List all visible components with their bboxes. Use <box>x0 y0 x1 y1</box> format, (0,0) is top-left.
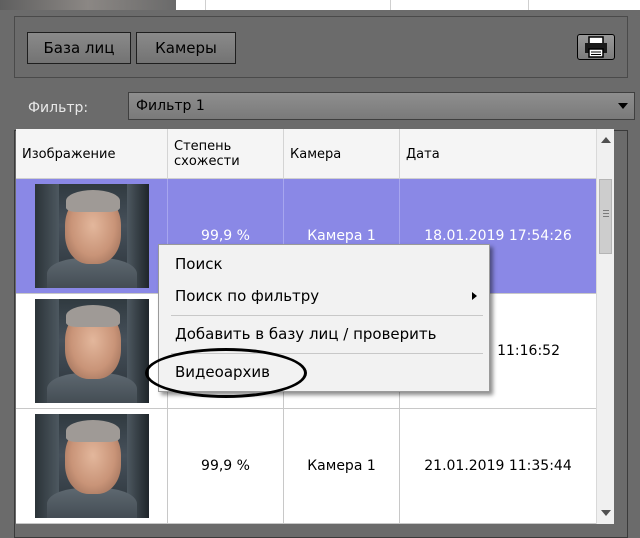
table-header: Изображение Степень схожести Камера Дата <box>16 129 596 179</box>
print-button[interactable] <box>577 34 615 60</box>
filter-dropdown[interactable]: Фильтр 1 <box>128 92 635 120</box>
menu-item-search-by-filter[interactable]: Поиск по фильтру <box>175 285 477 307</box>
chevron-down-icon <box>618 103 628 109</box>
previous-table-strip <box>0 0 640 10</box>
filter-label: Фильтр: <box>28 100 89 116</box>
face-thumbnail <box>34 414 149 518</box>
table-row[interactable]: 99,9 % Камера 1 21.01.2019 11:35:44 <box>16 409 596 524</box>
partial-thumbnail <box>0 0 176 10</box>
face-thumbnail <box>34 184 149 288</box>
cameras-button[interactable]: Камеры <box>136 32 236 64</box>
highlight-circle <box>145 348 307 398</box>
similarity-cell: 99,9 % <box>168 409 284 523</box>
scroll-down-icon[interactable] <box>601 510 611 516</box>
scroll-up-icon[interactable] <box>601 137 611 143</box>
chevron-right-icon <box>472 292 477 300</box>
face-database-button[interactable]: База лиц <box>27 32 131 64</box>
column-header-camera[interactable]: Камера <box>284 129 400 179</box>
menu-item-search[interactable]: Поиск <box>175 253 223 275</box>
menu-item-label: Поиск по фильтру <box>175 287 320 305</box>
face-thumbnail-cell <box>16 179 168 293</box>
column-divider <box>528 0 529 10</box>
scrollbar-thumb[interactable] <box>599 179 612 254</box>
camera-cell: Камера 1 <box>284 409 400 523</box>
column-header-image[interactable]: Изображение <box>16 129 168 179</box>
menu-item-add-to-face-database[interactable]: Добавить в базу лиц / проверить <box>175 323 437 345</box>
column-header-date[interactable]: Дата <box>400 129 596 179</box>
date-cell: 21.01.2019 11:35:44 <box>424 458 572 474</box>
column-header-similarity[interactable]: Степень схожести <box>168 129 284 179</box>
column-divider <box>390 0 391 10</box>
toolbar: База лиц Камеры <box>14 16 628 78</box>
printer-icon <box>585 36 607 58</box>
vertical-scrollbar[interactable] <box>596 129 614 524</box>
face-thumbnail <box>34 299 149 403</box>
menu-separator <box>171 315 483 316</box>
face-thumbnail-cell <box>16 409 168 523</box>
filter-value: Фильтр 1 <box>136 98 205 114</box>
face-thumbnail-cell <box>16 294 168 408</box>
column-divider <box>205 0 206 10</box>
